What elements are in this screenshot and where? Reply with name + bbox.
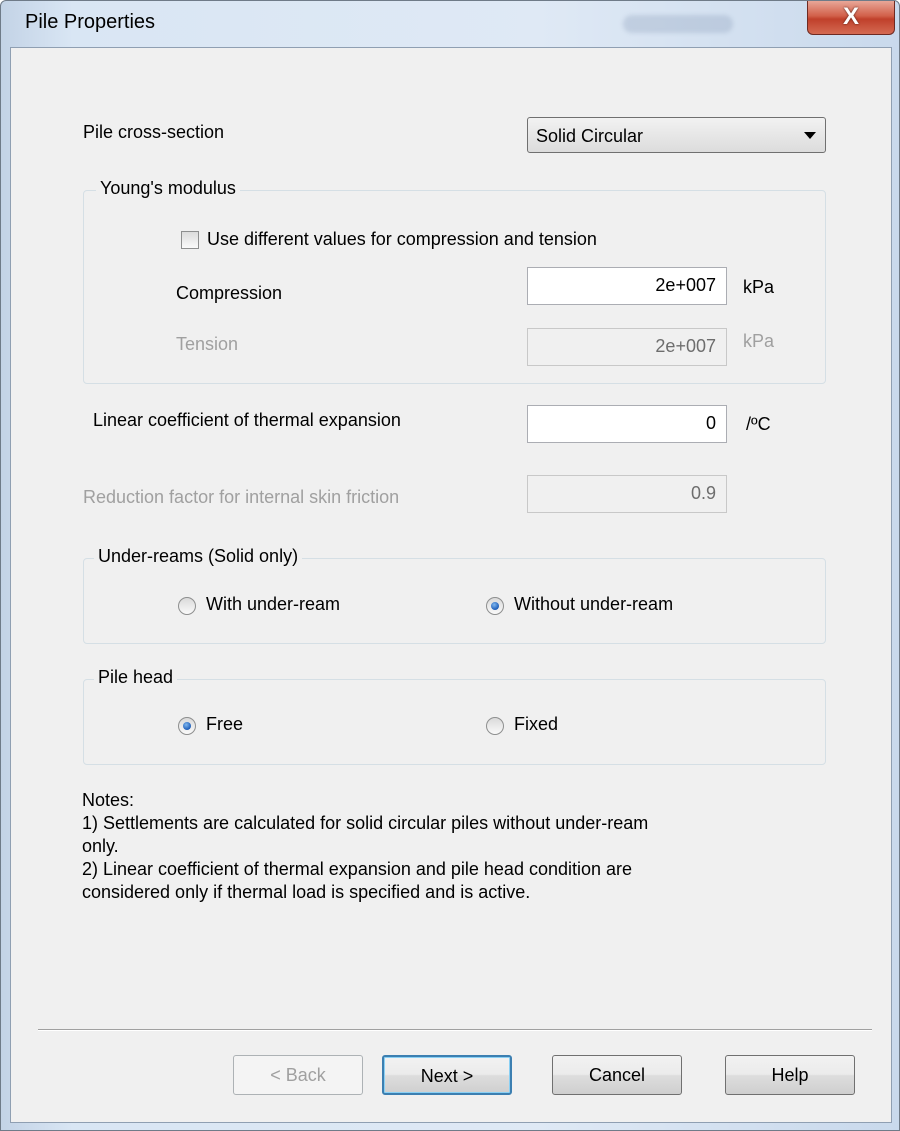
thermal-expansion-input[interactable]: 0 (527, 405, 727, 443)
background-window-title (623, 15, 733, 33)
button-separator (38, 1029, 872, 1031)
compression-unit: kPa (743, 277, 775, 297)
cross-section-dropdown[interactable]: Solid Circular (527, 117, 826, 153)
with-under-ream-radio[interactable] (178, 597, 196, 615)
cancel-button[interactable]: Cancel (552, 1055, 682, 1095)
with-under-ream-label[interactable]: With under-ream (206, 594, 340, 615)
use-different-values-checkbox[interactable] (181, 231, 199, 249)
notes-line: only. (82, 836, 119, 856)
chevron-down-icon (804, 132, 816, 139)
youngs-modulus-legend: Young's modulus (96, 178, 240, 199)
free-radio[interactable] (178, 717, 196, 735)
under-reams-legend: Under-reams (Solid only) (94, 546, 303, 567)
next-button[interactable]: Next > (382, 1055, 512, 1095)
title-bar[interactable]: Pile Properties X (1, 1, 899, 47)
thermal-expansion-unit: /ºC (746, 414, 771, 434)
tension-unit: kPa (743, 331, 775, 351)
help-button[interactable]: Help (725, 1055, 855, 1095)
tension-input[interactable]: 2e+007 (527, 328, 727, 366)
compression-label: Compression (176, 283, 283, 303)
without-under-ream-radio[interactable] (486, 597, 504, 615)
dialog-body: Pile cross-section Solid Circular Young'… (10, 47, 892, 1123)
without-under-ream-label[interactable]: Without under-ream (514, 594, 708, 615)
dialog-title: Pile Properties (25, 11, 156, 33)
fixed-label[interactable]: Fixed (514, 714, 558, 735)
pile-head-legend: Pile head (94, 667, 178, 688)
free-label[interactable]: Free (206, 714, 243, 735)
reduction-factor-label: Reduction factor for internal skin frict… (83, 487, 400, 507)
compression-input[interactable]: 2e+007 (527, 267, 727, 305)
dialog-window: Pile Properties X Pile cross-section Sol… (0, 0, 900, 1131)
fixed-radio[interactable] (486, 717, 504, 735)
notes-block: Notes: 1) Settlements are calculated for… (82, 789, 648, 904)
back-button[interactable]: < Back (233, 1055, 363, 1095)
close-icon: X (842, 3, 859, 30)
notes-heading: Notes: (82, 790, 135, 810)
use-different-values-label[interactable]: Use different values for compression and… (207, 229, 597, 250)
tension-label: Tension (176, 334, 239, 354)
thermal-expansion-label: Linear coefficient of thermal expansion (93, 410, 401, 430)
cross-section-label: Pile cross-section (83, 122, 225, 142)
notes-line: 2) Linear coefficient of thermal expansi… (82, 859, 633, 879)
cross-section-value: Solid Circular (536, 126, 644, 146)
notes-line: 1) Settlements are calculated for solid … (82, 813, 649, 833)
close-button[interactable]: X (807, 1, 895, 35)
reduction-factor-input[interactable]: 0.9 (527, 475, 727, 513)
notes-line: considered only if thermal load is speci… (82, 882, 531, 902)
